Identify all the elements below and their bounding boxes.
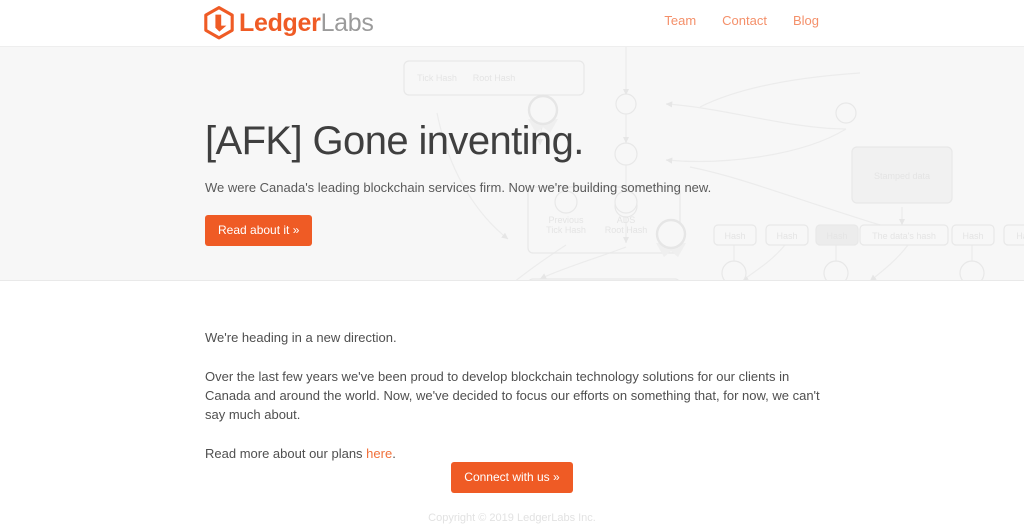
diagram-label-hash-5: Ha	[1016, 231, 1024, 241]
hexagon-l-logo-icon	[204, 6, 234, 40]
brand-name-secondary: Labs	[320, 8, 374, 37]
main-inner: We're heading in a new direction. Over t…	[205, 328, 820, 463]
connect-cta-wrapper: Connect with us »	[0, 462, 1024, 493]
diagram-label-stamped-data: Stamped data	[874, 171, 930, 181]
header-inner: LedgerLabs Team Contact Blog	[0, 0, 1024, 46]
footer-copyright: Copyright © 2019 LedgerLabs Inc.	[428, 512, 596, 524]
brand-name-primary: Ledger	[239, 8, 321, 37]
nav-item-team[interactable]: Team	[664, 13, 696, 29]
hero-content: [AFK] Gone inventing. We were Canada's l…	[205, 119, 845, 246]
nav-item-contact[interactable]: Contact	[722, 13, 767, 29]
brand-wordmark: LedgerLabs	[239, 8, 374, 37]
diagram-label-tick-hash: Tick Hash	[417, 73, 457, 83]
here-link[interactable]: here	[366, 446, 392, 461]
site-header: LedgerLabs Team Contact Blog	[0, 0, 1024, 47]
plans-paragraph: Read more about our plans here.	[205, 444, 820, 463]
hero-subtitle: We were Canada's leading blockchain serv…	[205, 180, 712, 195]
hero-section: Tick Hash Root Hash Previous Tick Hash A…	[0, 47, 1024, 281]
nav-item-blog[interactable]: Blog	[793, 13, 819, 29]
plans-text-after: .	[392, 446, 396, 461]
brand-logo-link[interactable]: LedgerLabs	[203, 6, 374, 40]
main-content: We're heading in a new direction. Over t…	[0, 281, 1024, 518]
page-title: [AFK] Gone inventing.	[205, 119, 584, 163]
diagram-label-data-hash: The data's hash	[872, 231, 936, 241]
diagram-label-root-hash: Root Hash	[473, 73, 516, 83]
connect-with-us-button[interactable]: Connect with us »	[451, 462, 573, 493]
intro-paragraph: We're heading in a new direction.	[205, 330, 397, 345]
plans-text-before: Read more about our plans	[205, 446, 367, 461]
body-paragraph: Over the last few years we've been proud…	[205, 369, 820, 422]
diagram-label-hash-4: Hash	[962, 231, 983, 241]
hero-cta-wrapper: Read about it »	[205, 215, 845, 246]
main-navigation: Team Contact Blog	[664, 13, 819, 29]
read-about-it-button[interactable]: Read about it »	[205, 215, 313, 246]
